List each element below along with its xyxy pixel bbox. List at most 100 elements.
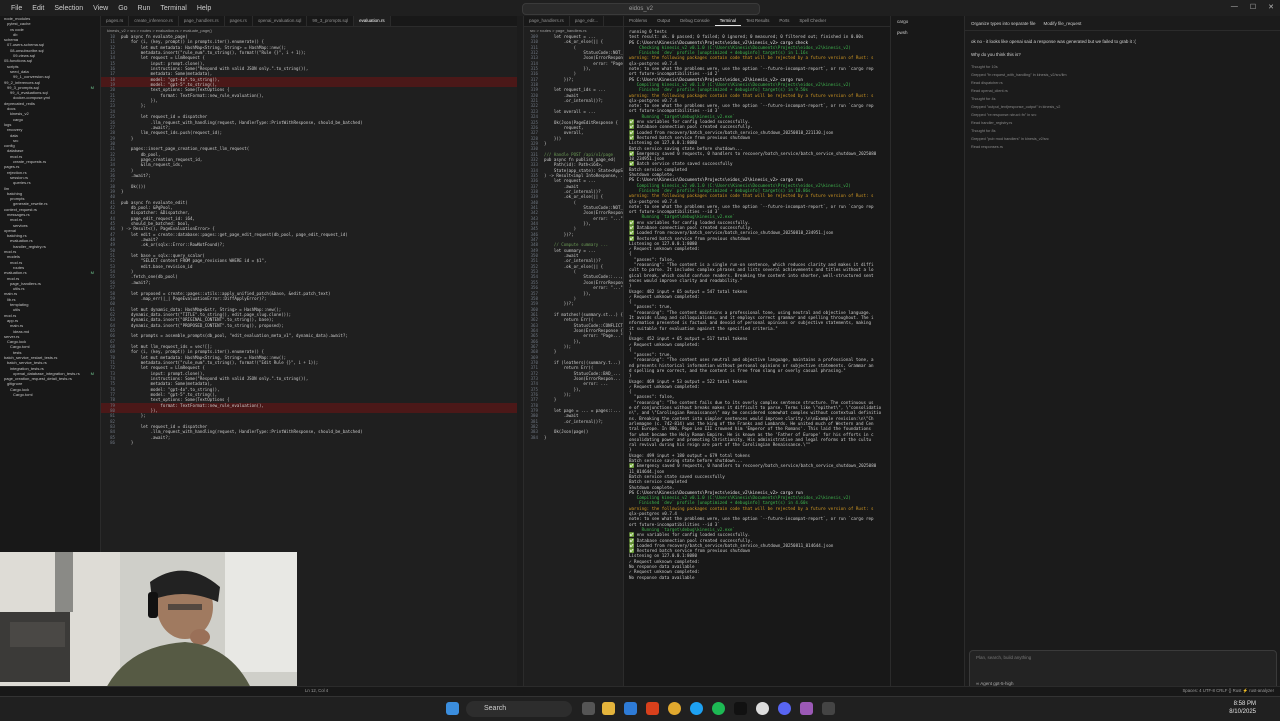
minimize-button[interactable]: — bbox=[1231, 3, 1238, 11]
agent-step[interactable]: Grepped "fn request_with_handling" in ki… bbox=[965, 71, 1280, 79]
terminal-item-cargo[interactable]: cargo bbox=[891, 16, 965, 27]
brave-browser-icon[interactable] bbox=[646, 702, 659, 715]
code-text: input: prompt.clone(), bbox=[121, 370, 205, 376]
code-text: let request = LlmRequest { bbox=[121, 55, 205, 61]
agent-step[interactable]: Grepped "re:response::struct::fn" in src bbox=[965, 111, 1280, 119]
explorer-item-label: batching.rs bbox=[7, 233, 27, 239]
code-text: dynamic_data.insert("ORIGINAL_CONTENT".t… bbox=[121, 317, 274, 323]
panel-tab-output[interactable]: Output bbox=[652, 16, 675, 26]
menu-item-view[interactable]: View bbox=[88, 5, 113, 12]
code-text: }; bbox=[121, 413, 146, 419]
cursor-position[interactable]: Ln 12, Col 4 bbox=[305, 688, 328, 693]
editor-tab[interactable]: page_handlers.rs bbox=[179, 16, 225, 26]
mail-icon[interactable] bbox=[624, 702, 637, 715]
agent-chat-panel: Organize types into separate file Modify… bbox=[964, 16, 1280, 704]
agent-step[interactable]: Grepped "output_text|response_output" in… bbox=[965, 103, 1280, 111]
chrome-icon[interactable] bbox=[668, 702, 681, 715]
editor-tab[interactable]: 99_3_prompts.sql bbox=[307, 16, 355, 26]
code-text: ) bbox=[544, 295, 577, 301]
editor-tab[interactable]: evaluation.rs bbox=[354, 16, 391, 26]
agent-step[interactable]: Read dispatcher.rs bbox=[965, 79, 1280, 87]
explorer-item-label: utils.rs bbox=[13, 286, 25, 292]
system-clock[interactable]: 8:58 PM 8/10/2025 bbox=[1229, 700, 1256, 716]
editor-tab[interactable]: pages.rs bbox=[225, 16, 253, 26]
explorer-item-label: queries.rs bbox=[13, 180, 31, 186]
editor-tab[interactable]: create_inference.rs bbox=[129, 16, 179, 26]
panel-tab-spell-checker[interactable]: Spell Checker bbox=[794, 16, 831, 26]
menu-item-file[interactable]: File bbox=[6, 5, 27, 12]
menu-item-terminal[interactable]: Terminal bbox=[155, 5, 191, 12]
panel-tab-ports[interactable]: Ports bbox=[774, 16, 794, 26]
maximize-button[interactable]: ☐ bbox=[1250, 3, 1256, 11]
menu-item-help[interactable]: Help bbox=[192, 5, 216, 12]
agent-step[interactable]: Read handler_registry.rs bbox=[965, 119, 1280, 127]
window-controls: — ☐ ✕ bbox=[1231, 3, 1274, 11]
agent-step[interactable]: Thought for 8s bbox=[965, 127, 1280, 135]
explorer-item-label: page_creation_request_detail_tests.rs bbox=[4, 376, 72, 382]
terminal-line: warning: the following packages contain … bbox=[629, 193, 874, 199]
editor-tab[interactable]: page_handlers.rs bbox=[524, 16, 570, 26]
code-text: pages::insert_page_creation_request_llm_… bbox=[121, 146, 250, 152]
code-text: ) bbox=[121, 269, 134, 275]
editor-tab[interactable]: pages.rs bbox=[101, 16, 130, 26]
spotify-icon[interactable] bbox=[712, 702, 725, 715]
code-area-right[interactable]: 309 let request = ... 310 .ok_or_else(|| … bbox=[524, 34, 624, 440]
editor-tab[interactable]: page_edit... bbox=[570, 16, 605, 26]
cursor-app-icon[interactable] bbox=[822, 702, 835, 715]
code-text: error: "Page..." bbox=[544, 333, 623, 339]
chat-input-box[interactable]: Plan, search, build anything ∞ Agent gpt… bbox=[969, 650, 1277, 690]
code-text: .await?; bbox=[121, 124, 171, 130]
panel-tab-terminal[interactable]: Terminal bbox=[714, 16, 741, 26]
edge-icon[interactable] bbox=[690, 702, 703, 715]
code-text: Json(ErrorResponse { bbox=[544, 55, 624, 61]
code-text: } bbox=[544, 140, 547, 146]
explorer-item-label: db bbox=[13, 31, 18, 37]
command-center[interactable]: eidos_v2 bbox=[522, 3, 760, 15]
code-text: StatusCode::NOT_FOUND, bbox=[583, 205, 624, 210]
menu-item-go[interactable]: Go bbox=[113, 5, 132, 12]
panel-tab-problems[interactable]: Problems bbox=[624, 16, 652, 26]
explorer-item[interactable]: Cargo.toml bbox=[0, 392, 100, 397]
agent-step[interactable]: Grepped "pub mod handlers" in kinesis_v2… bbox=[965, 135, 1280, 143]
panel-tab-test-results[interactable]: Test Results bbox=[741, 16, 774, 26]
terminal-item-pwsh[interactable]: pwsh bbox=[891, 27, 965, 38]
discord-icon[interactable] bbox=[778, 702, 791, 715]
panel-tab-debug-console[interactable]: Debug Console bbox=[675, 16, 715, 26]
code-text: let request = ... bbox=[544, 34, 596, 39]
agent-step[interactable]: Thought for 4s bbox=[965, 95, 1280, 103]
terminal-panel: Problems Output Debug Console Terminal Test … bbox=[623, 16, 891, 704]
chat-tab-active[interactable]: Organize types into separate file bbox=[971, 21, 1036, 26]
breadcrumb-right: src > routes > page_handlers.rs bbox=[530, 28, 587, 33]
menu-item-edit[interactable]: Edit bbox=[27, 5, 49, 12]
code-text: instructions: Some("Respond with valid J… bbox=[121, 66, 309, 72]
taskbar: Search 8:58 PM 8/10/2025 bbox=[0, 696, 1280, 721]
agent-step[interactable]: Read responses.rs bbox=[965, 143, 1280, 151]
explorer-item-label: 99_4_evaluations.sql bbox=[10, 90, 48, 96]
task-view-icon[interactable] bbox=[582, 702, 595, 715]
code-text: // Compute summary ... bbox=[544, 242, 609, 248]
menu-item-run[interactable]: Run bbox=[133, 5, 156, 12]
agent-step[interactable]: Read openai_client.rs bbox=[965, 87, 1280, 95]
windows-start-icon[interactable] bbox=[446, 702, 459, 715]
code-text: overall, bbox=[544, 130, 584, 136]
file-explorer-icon[interactable] bbox=[602, 702, 615, 715]
terminal-icon[interactable] bbox=[734, 702, 747, 715]
agent-step[interactable]: Thought for 10s bbox=[965, 63, 1280, 71]
terminal-line: No response data available bbox=[629, 574, 695, 580]
code-text: let proposed = create::pages::utils::app… bbox=[121, 290, 331, 296]
terminal-output[interactable]: running 0 tests test result: ok. 0 passed… bbox=[624, 27, 891, 582]
code-area[interactable]: 10 pub async fn evaluate_page(11 for (i, … bbox=[101, 34, 523, 445]
github-icon[interactable] bbox=[756, 702, 769, 715]
code-text: )); bbox=[544, 343, 572, 349]
status-right[interactable]: Spaces: 4 UTF-8 CRLF {} Rust ⚡ rust-anal… bbox=[1182, 688, 1274, 694]
explorer-item-label: routes bbox=[13, 264, 25, 270]
editor-tab[interactable]: openai_evaluation.sql bbox=[253, 16, 308, 26]
obs-icon[interactable] bbox=[800, 702, 813, 715]
explorer-item-label: page_handlers.rs bbox=[10, 280, 41, 286]
code-text: ( bbox=[544, 269, 577, 275]
line-number: 86 bbox=[110, 440, 115, 446]
menu-item-selection[interactable]: Selection bbox=[49, 5, 88, 12]
close-button[interactable]: ✕ bbox=[1268, 3, 1274, 11]
taskbar-search[interactable]: Search bbox=[466, 701, 572, 717]
chat-tab[interactable]: Modify file_request bbox=[1044, 21, 1082, 26]
